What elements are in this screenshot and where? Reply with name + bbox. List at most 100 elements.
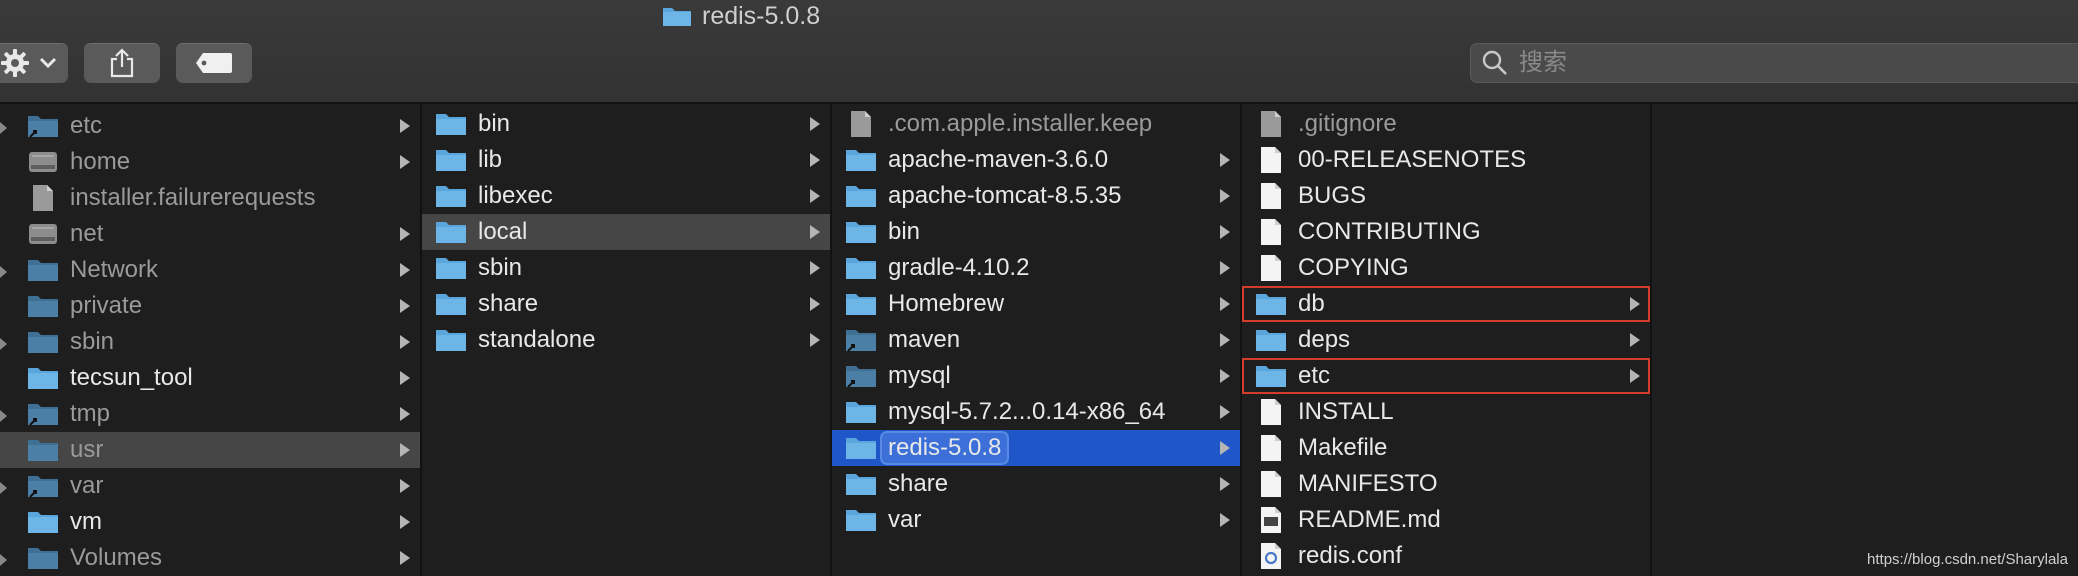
list-item[interactable]: standalone bbox=[422, 322, 830, 358]
chevron-right-icon bbox=[1220, 297, 1230, 311]
edge-marker-icon bbox=[0, 410, 7, 422]
column-redis[interactable]: .gitignore 00-RELEASENOTES BUGS CONTRIBUTIN… bbox=[1242, 102, 1652, 576]
item-label: vm bbox=[70, 508, 102, 535]
item-label: local bbox=[478, 218, 528, 245]
list-item[interactable]: libexec bbox=[422, 178, 830, 214]
list-item[interactable]: vm bbox=[0, 504, 420, 540]
folder-icon bbox=[844, 146, 878, 174]
list-item[interactable]: etc bbox=[0, 108, 420, 144]
column-root[interactable]: etc home installer.failurerequests net Netwo… bbox=[0, 102, 422, 576]
item-label: gradle-4.10.2 bbox=[888, 254, 1030, 281]
item-label: Homebrew bbox=[888, 290, 1005, 317]
column-local[interactable]: .com.apple.installer.keep apache-maven-3.… bbox=[832, 102, 1242, 576]
share-button[interactable] bbox=[84, 43, 160, 83]
item-label: README.md bbox=[1298, 506, 1441, 533]
list-item[interactable]: share bbox=[422, 286, 830, 322]
list-item[interactable]: .gitignore bbox=[1242, 106, 1650, 142]
chevron-right-icon bbox=[1220, 441, 1230, 455]
list-item[interactable]: deps bbox=[1242, 322, 1650, 358]
list-item[interactable]: net bbox=[0, 216, 420, 252]
chevron-right-icon bbox=[810, 225, 820, 239]
chevron-right-icon bbox=[1220, 477, 1230, 491]
chevron-right-icon bbox=[1220, 369, 1230, 383]
item-label: standalone bbox=[478, 326, 596, 353]
list-item[interactable]: installer.failurerequests bbox=[0, 180, 420, 216]
file-icon bbox=[1254, 146, 1288, 174]
list-item[interactable]: bin bbox=[422, 106, 830, 142]
list-item[interactable]: Volumes bbox=[0, 540, 420, 576]
list-item[interactable]: MANIFESTO bbox=[1242, 466, 1650, 502]
list-item[interactable]: mysql-5.7.2...0.14-x86_64 bbox=[832, 394, 1240, 430]
list-item[interactable]: gradle-4.10.2 bbox=[832, 250, 1240, 286]
selected-list-item[interactable]: usr bbox=[0, 432, 420, 468]
list-item[interactable]: COPYING bbox=[1242, 250, 1650, 286]
search-field[interactable] bbox=[1470, 43, 2078, 83]
list-item[interactable]: INSTALL bbox=[1242, 394, 1650, 430]
list-item[interactable]: home bbox=[0, 144, 420, 180]
list-item[interactable]: tmp bbox=[0, 396, 420, 432]
chevron-right-icon bbox=[810, 117, 820, 131]
list-item[interactable]: lib bbox=[422, 142, 830, 178]
folder-icon bbox=[844, 434, 878, 462]
chevron-right-icon bbox=[810, 297, 820, 311]
gear-icon bbox=[1, 49, 29, 77]
folder-icon bbox=[434, 110, 468, 138]
toolbar: redis-5.0.8 bbox=[0, 0, 2078, 104]
edge-marker-icon bbox=[0, 482, 7, 494]
chevron-right-icon bbox=[400, 407, 410, 421]
chevron-right-icon bbox=[1220, 405, 1230, 419]
chevron-right-icon bbox=[400, 299, 410, 313]
list-item[interactable]: Homebrew bbox=[832, 286, 1240, 322]
list-item[interactable]: tecsun_tool bbox=[0, 360, 420, 396]
list-item[interactable]: README.md bbox=[1242, 502, 1650, 538]
item-label: sbin bbox=[70, 328, 115, 355]
list-item[interactable]: sbin bbox=[422, 250, 830, 286]
item-label: BUGS bbox=[1298, 182, 1367, 209]
file-icon bbox=[1254, 398, 1288, 426]
list-item[interactable]: BUGS bbox=[1242, 178, 1650, 214]
chevron-right-icon bbox=[400, 335, 410, 349]
chevron-right-icon bbox=[1630, 297, 1640, 311]
list-item[interactable]: maven bbox=[832, 322, 1240, 358]
selected-list-item[interactable]: local bbox=[422, 214, 830, 250]
list-item[interactable]: var bbox=[0, 468, 420, 504]
chevron-right-icon bbox=[400, 227, 410, 241]
item-label: 00-RELEASENOTES bbox=[1298, 146, 1527, 173]
list-item[interactable]: Network bbox=[0, 252, 420, 288]
item-label: home bbox=[70, 148, 131, 175]
folder-icon bbox=[434, 326, 468, 354]
list-item[interactable]: var bbox=[832, 502, 1240, 538]
item-label: INSTALL bbox=[1298, 398, 1394, 425]
list-item[interactable]: .com.apple.installer.keep bbox=[832, 106, 1240, 142]
list-item[interactable]: bin bbox=[832, 214, 1240, 250]
list-item[interactable]: CONTRIBUTING bbox=[1242, 214, 1650, 250]
list-item[interactable]: share bbox=[832, 466, 1240, 502]
folder-icon bbox=[26, 400, 60, 428]
edge-marker-icon bbox=[0, 122, 7, 134]
selected-list-item[interactable]: redis-5.0.8 bbox=[832, 430, 1240, 466]
list-item[interactable]: mysql bbox=[832, 358, 1240, 394]
folder-icon bbox=[1254, 290, 1288, 318]
column-usr[interactable]: bin lib libexec local sbin share standalone bbox=[422, 102, 832, 576]
chevron-right-icon bbox=[1630, 333, 1640, 347]
tag-button[interactable] bbox=[176, 43, 252, 83]
chevron-right-icon bbox=[1220, 189, 1230, 203]
folder-icon bbox=[663, 8, 691, 26]
search-input[interactable] bbox=[1517, 48, 2041, 78]
folder-icon bbox=[26, 544, 60, 572]
item-label: redis.conf bbox=[1298, 542, 1403, 569]
list-item[interactable]: private bbox=[0, 288, 420, 324]
highlighted-folder-item[interactable]: etc bbox=[1242, 358, 1650, 394]
list-item[interactable]: apache-tomcat-8.5.35 bbox=[832, 178, 1240, 214]
action-menu-button[interactable] bbox=[0, 43, 68, 83]
item-label: sbin bbox=[478, 254, 523, 281]
item-label: .gitignore bbox=[1298, 110, 1397, 137]
highlighted-folder-item[interactable]: db bbox=[1242, 286, 1650, 322]
share-icon bbox=[110, 48, 134, 78]
list-item[interactable]: 00-RELEASENOTES bbox=[1242, 142, 1650, 178]
list-item[interactable]: sbin bbox=[0, 324, 420, 360]
list-item[interactable]: apache-maven-3.6.0 bbox=[832, 142, 1240, 178]
folder-icon bbox=[844, 254, 878, 282]
list-item[interactable]: redis.conf bbox=[1242, 538, 1650, 574]
list-item[interactable]: Makefile bbox=[1242, 430, 1650, 466]
